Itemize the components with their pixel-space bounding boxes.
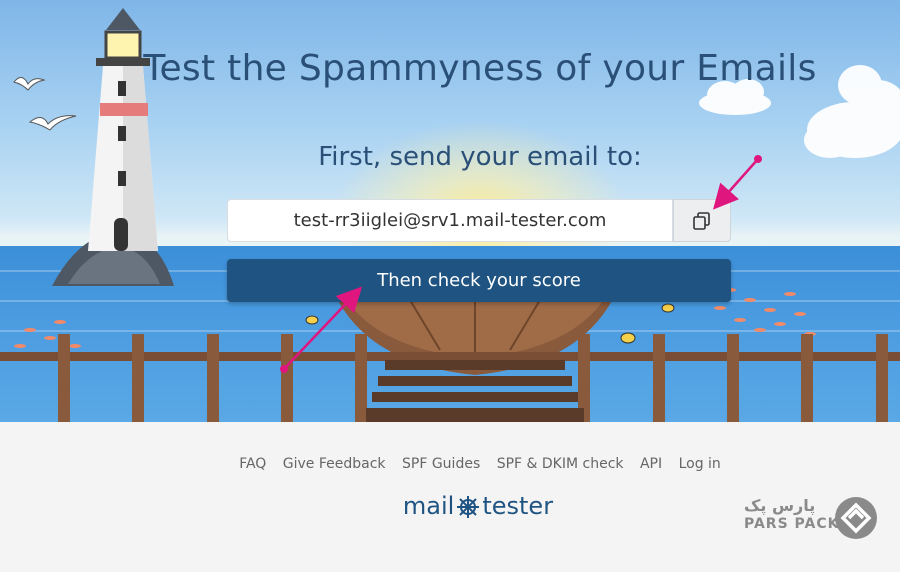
footer-link-spf-dkim[interactable]: SPF & DKIM check [497, 456, 624, 472]
parspack-persian-text: پارس پک [744, 496, 816, 515]
logo-text-mail: mail [402, 492, 455, 520]
ship-wheel-icon [457, 496, 480, 518]
footer-link-api[interactable]: API [640, 456, 662, 472]
hero-banner: Test the Spammyness of your Emails First… [0, 0, 900, 422]
footer-links: FAQ Give Feedback SPF Guides SPF & DKIM … [0, 456, 900, 472]
arrow-to-check-button [283, 286, 363, 370]
logo-text-tester: tester [482, 492, 554, 520]
footer-link-feedback[interactable]: Give Feedback [283, 456, 386, 472]
footer-link-login[interactable]: Log in [679, 456, 721, 472]
arrow-to-copy-icon [713, 158, 759, 210]
parspack-watermark: پارس پک PARS PACK [744, 496, 884, 544]
parspack-latin-text: PARS PACK [744, 516, 840, 532]
parspack-logo-icon [835, 497, 877, 539]
footer-link-faq[interactable]: FAQ [239, 456, 266, 472]
footer-link-spf-guides[interactable]: SPF Guides [402, 456, 480, 472]
annotation-arrows [280, 155, 762, 373]
